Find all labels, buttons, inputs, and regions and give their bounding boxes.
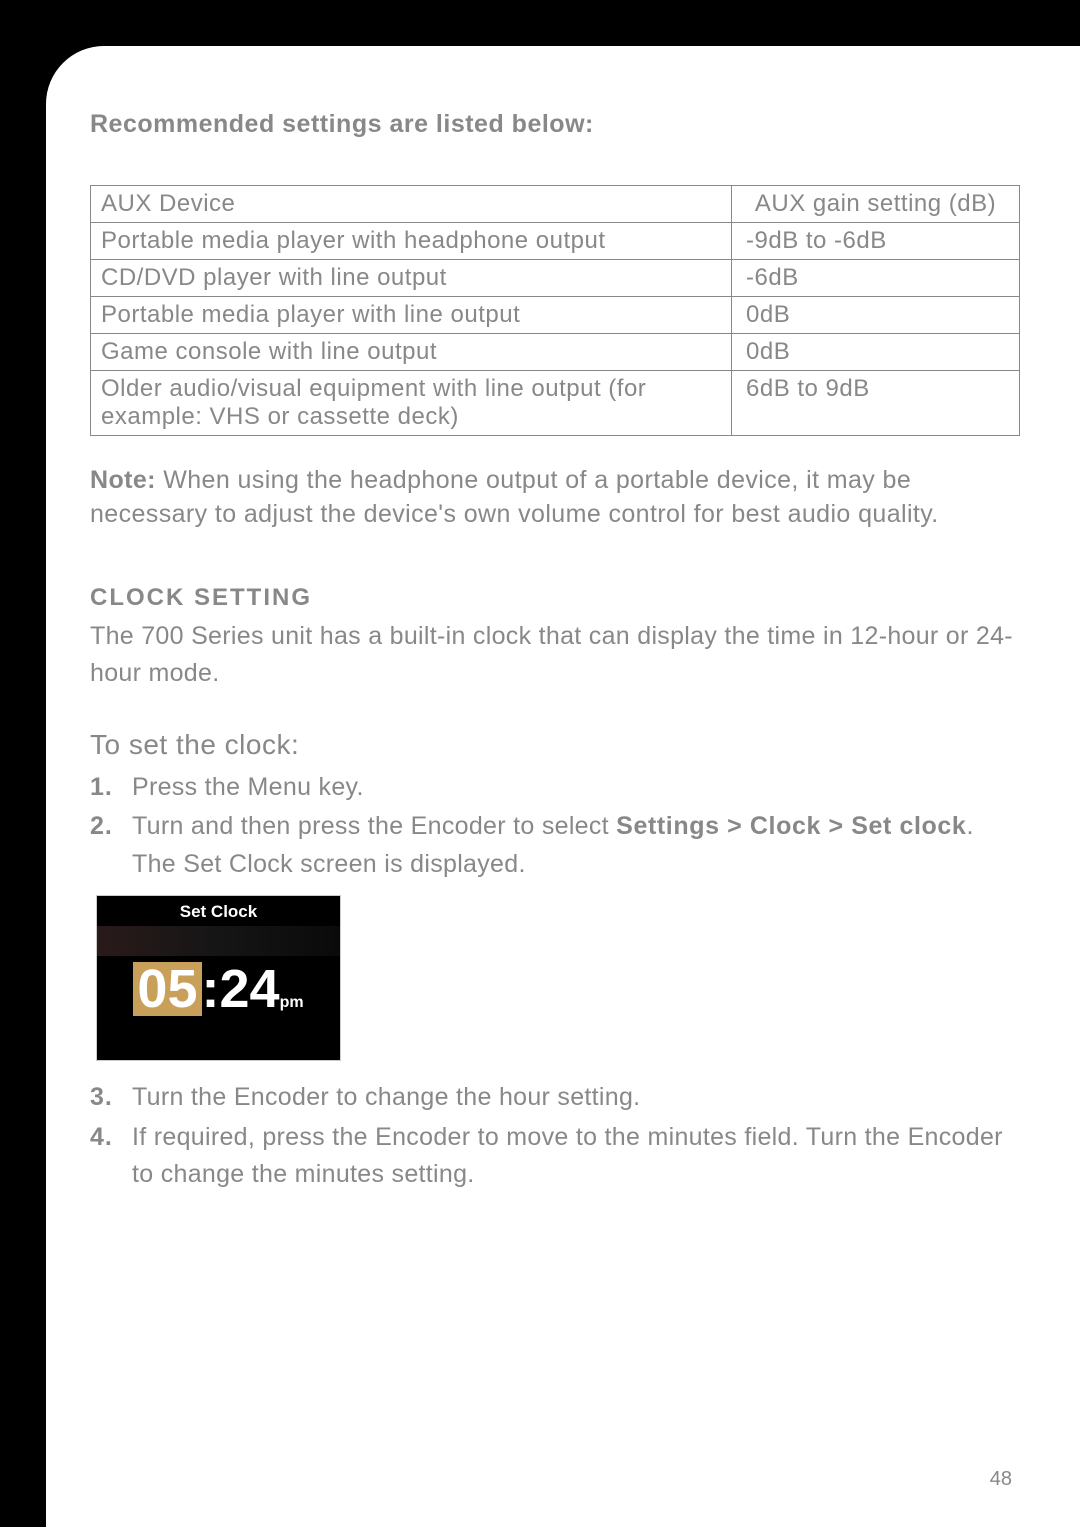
intro-text: Recommended settings are listed below: — [90, 110, 1020, 139]
menu-path: Settings > Clock > Set clock — [616, 812, 966, 840]
cell-gain: -6dB — [732, 260, 1020, 297]
steps-list-continued: 3. Turn the Encoder to change the hour s… — [90, 1079, 1020, 1194]
cell-gain: 0dB — [732, 297, 1020, 334]
table-row: Game console with line output 0dB — [91, 334, 1020, 371]
note-paragraph: Note: When using the headphone output of… — [90, 464, 1020, 532]
step-text-pre: Turn and then press the Encoder to selec… — [132, 812, 616, 840]
cell-device: CD/DVD player with line output — [91, 260, 732, 297]
cell-device: Portable media player with line output — [91, 297, 732, 334]
step-4: 4. If required, press the Encoder to mov… — [90, 1119, 1020, 1194]
table-row: Older audio/visual equipment with line o… — [91, 371, 1020, 436]
cell-device: Portable media player with headphone out… — [91, 223, 732, 260]
step-number: 2. — [90, 808, 132, 883]
step-2: 2. Turn and then press the Encoder to se… — [90, 808, 1020, 883]
step-3: 3. Turn the Encoder to change the hour s… — [90, 1079, 1020, 1117]
screenshot-title: Set Clock — [97, 902, 340, 922]
cell-device: Older audio/visual equipment with line o… — [91, 371, 732, 436]
cell-gain: 0dB — [732, 334, 1020, 371]
step-number: 4. — [90, 1119, 132, 1194]
section-description: The 700 Series unit has a built-in clock… — [90, 618, 1020, 693]
screenshot-time: 05:24pm — [97, 958, 340, 1020]
note-body: When using the headphone output of a por… — [90, 466, 939, 528]
steps-list: 1. Press the Menu key. 2. Turn and then … — [90, 769, 1020, 884]
table-row: CD/DVD player with line output -6dB — [91, 260, 1020, 297]
section-heading-clock: CLOCK SETTING — [90, 584, 1020, 612]
note-label: Note: — [90, 466, 156, 494]
step-number: 1. — [90, 769, 132, 807]
cell-gain: -9dB to -6dB — [732, 223, 1020, 260]
cell-gain: 6dB to 9dB — [732, 371, 1020, 436]
step-1: 1. Press the Menu key. — [90, 769, 1020, 807]
header-device: AUX Device — [91, 186, 732, 223]
clock-minute: 24 — [219, 959, 279, 1019]
set-clock-screenshot: Set Clock 05:24pm — [96, 895, 341, 1061]
manual-page: Recommended settings are listed below: A… — [46, 46, 1080, 1527]
header-gain: AUX gain setting (dB) — [732, 186, 1020, 223]
table-row: Portable media player with line output 0… — [91, 297, 1020, 334]
table-header-row: AUX Device AUX gain setting (dB) — [91, 186, 1020, 223]
aux-gain-table: AUX Device AUX gain setting (dB) Portabl… — [90, 185, 1020, 436]
screenshot-stripe — [97, 926, 340, 956]
step-number: 3. — [90, 1079, 132, 1117]
clock-colon: : — [202, 959, 220, 1019]
cell-device: Game console with line output — [91, 334, 732, 371]
subheading-set-clock: To set the clock: — [90, 729, 1020, 761]
table-row: Portable media player with headphone out… — [91, 223, 1020, 260]
step-text: Turn the Encoder to change the hour sett… — [132, 1079, 1020, 1117]
clock-hour-highlighted: 05 — [133, 962, 201, 1016]
step-text: Press the Menu key. — [132, 769, 1020, 807]
step-text: Turn and then press the Encoder to selec… — [132, 808, 1020, 883]
clock-ampm: pm — [280, 994, 304, 1011]
page-number: 48 — [990, 1468, 1012, 1491]
step-text: If required, press the Encoder to move t… — [132, 1119, 1020, 1194]
